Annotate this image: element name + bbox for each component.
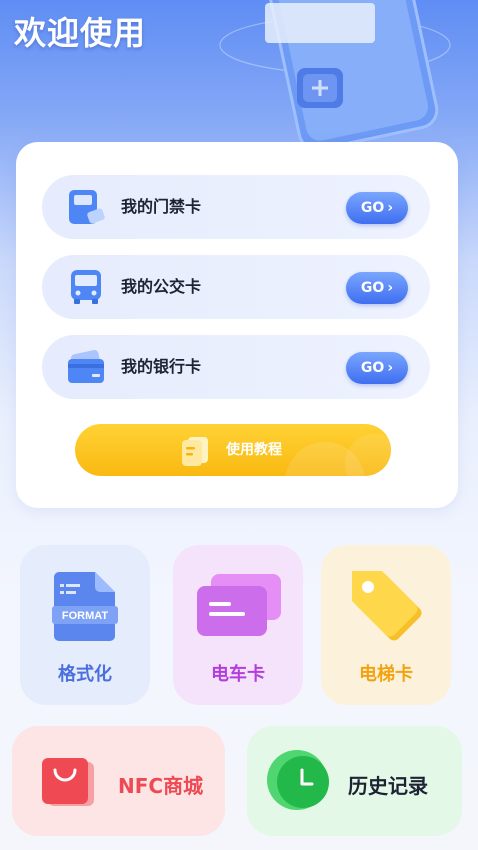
chevron-right-icon: › — [387, 200, 394, 216]
page-title: 欢迎使用 — [14, 14, 147, 52]
format-label: 格式化 — [58, 664, 112, 685]
access-card-label: 我的门禁卡 — [121, 197, 202, 216]
nfc-store-label: NFC商城 — [118, 774, 204, 798]
go-button[interactable]: GO › — [346, 192, 408, 224]
bus-card-label: 我的公交卡 — [121, 277, 202, 296]
shopping-bag-icon — [42, 758, 94, 806]
document-icon — [182, 437, 208, 466]
tram-card-label: 电车卡 — [211, 664, 265, 685]
clock-icon — [267, 750, 329, 810]
bank-card-label: 我的银行卡 — [121, 357, 202, 376]
access-card-icon — [69, 190, 105, 224]
elevator-card-label: 电梯卡 — [359, 664, 413, 685]
chevron-right-icon: › — [387, 360, 394, 376]
tutorial-button[interactable]: 使用教程 — [75, 424, 391, 476]
go-button[interactable]: GO › — [346, 352, 408, 384]
go-label: GO — [360, 200, 385, 216]
format-icon-text: FORMAT — [62, 610, 109, 622]
chevron-right-icon: › — [387, 280, 394, 296]
history-label: 历史记录 — [348, 774, 428, 798]
go-label: GO — [360, 360, 385, 376]
go-button[interactable]: GO › — [346, 272, 408, 304]
access-card-row[interactable]: 我的门禁卡 GO › — [42, 175, 430, 239]
bus-card-row[interactable]: 我的公交卡 GO › — [42, 255, 430, 319]
format-tile[interactable]: FORMAT 格式化 — [20, 545, 150, 705]
format-file-icon: FORMAT — [52, 572, 118, 641]
phone-illustration — [219, 0, 451, 150]
history-tile[interactable]: 历史记录 — [247, 726, 462, 836]
card-panel: 我的门禁卡 GO › 我的公交卡 GO › 我的银行卡 GO › 使用教程 — [16, 142, 458, 508]
bank-card-row[interactable]: 我的银行卡 GO › — [42, 335, 430, 399]
bus-icon — [71, 270, 101, 304]
bank-card-icon — [68, 350, 104, 383]
tram-card-icon — [197, 574, 281, 636]
tutorial-label: 使用教程 — [226, 442, 282, 458]
elevator-card-tile[interactable]: 电梯卡 — [321, 545, 451, 705]
nfc-store-tile[interactable]: NFC商城 — [12, 726, 225, 836]
go-label: GO — [360, 280, 385, 296]
tag-icon — [352, 571, 422, 641]
tram-card-tile[interactable]: 电车卡 — [173, 545, 303, 705]
